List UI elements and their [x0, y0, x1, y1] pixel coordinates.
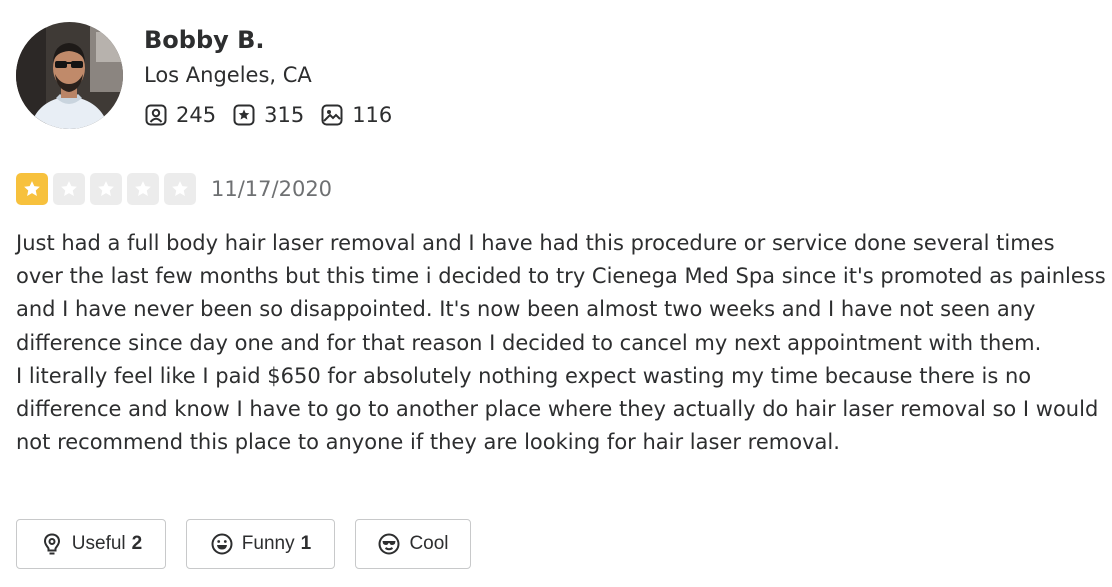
- star-icon: [135, 181, 151, 196]
- useful-button[interactable]: Useful 2: [16, 519, 166, 569]
- star-icon: [172, 181, 188, 196]
- review-card: Bobby B. Los Angeles, CA 245 315 116 11/…: [0, 0, 1112, 587]
- star-rating: [16, 173, 201, 205]
- review-text: Just had a full body hair laser removal …: [16, 227, 1106, 459]
- star-icon: [24, 181, 40, 196]
- photo-icon: [320, 103, 344, 127]
- review-paragraph-2: I literally feel like I paid $650 for ab…: [16, 363, 1099, 455]
- funny-count: 1: [300, 533, 312, 554]
- star-empty: [127, 173, 159, 205]
- star-empty: [53, 173, 85, 205]
- funny-label: Funny: [241, 533, 295, 554]
- rating-row: 11/17/2020: [16, 173, 332, 205]
- review-date: 11/17/2020: [211, 177, 333, 201]
- review-star-icon: [232, 103, 256, 127]
- cool-button[interactable]: Cool: [355, 519, 471, 569]
- friends-icon: [144, 103, 168, 127]
- star-empty: [164, 173, 196, 205]
- reaction-buttons: Useful 2 Funny 1 Cool: [16, 519, 491, 569]
- avatar-photo: [16, 22, 123, 129]
- funny-button[interactable]: Funny 1: [186, 519, 335, 569]
- user-name[interactable]: Bobby B.: [144, 24, 265, 56]
- star-empty: [90, 173, 122, 205]
- reviews-stat: 315: [232, 103, 304, 127]
- friends-count: 245: [176, 103, 217, 127]
- star-icon: [61, 181, 77, 196]
- smile-icon: [210, 532, 234, 556]
- star-filled: [16, 173, 48, 205]
- lightbulb-icon: [40, 532, 64, 556]
- reviews-count: 315: [264, 103, 305, 127]
- sunglasses-face-icon: [377, 532, 401, 556]
- star-icon: [98, 181, 114, 196]
- useful-count: 2: [131, 533, 143, 554]
- friends-stat: 245: [144, 103, 216, 127]
- avatar[interactable]: [16, 22, 123, 129]
- photos-count: 116: [352, 103, 393, 127]
- photos-stat: 116: [320, 103, 392, 127]
- cool-label: Cool: [409, 533, 449, 554]
- user-stats: 245 315 116: [144, 100, 408, 130]
- review-paragraph-1: Just had a full body hair laser removal …: [16, 231, 1106, 355]
- user-location: Los Angeles, CA: [144, 63, 312, 87]
- useful-label: Useful: [71, 533, 126, 554]
